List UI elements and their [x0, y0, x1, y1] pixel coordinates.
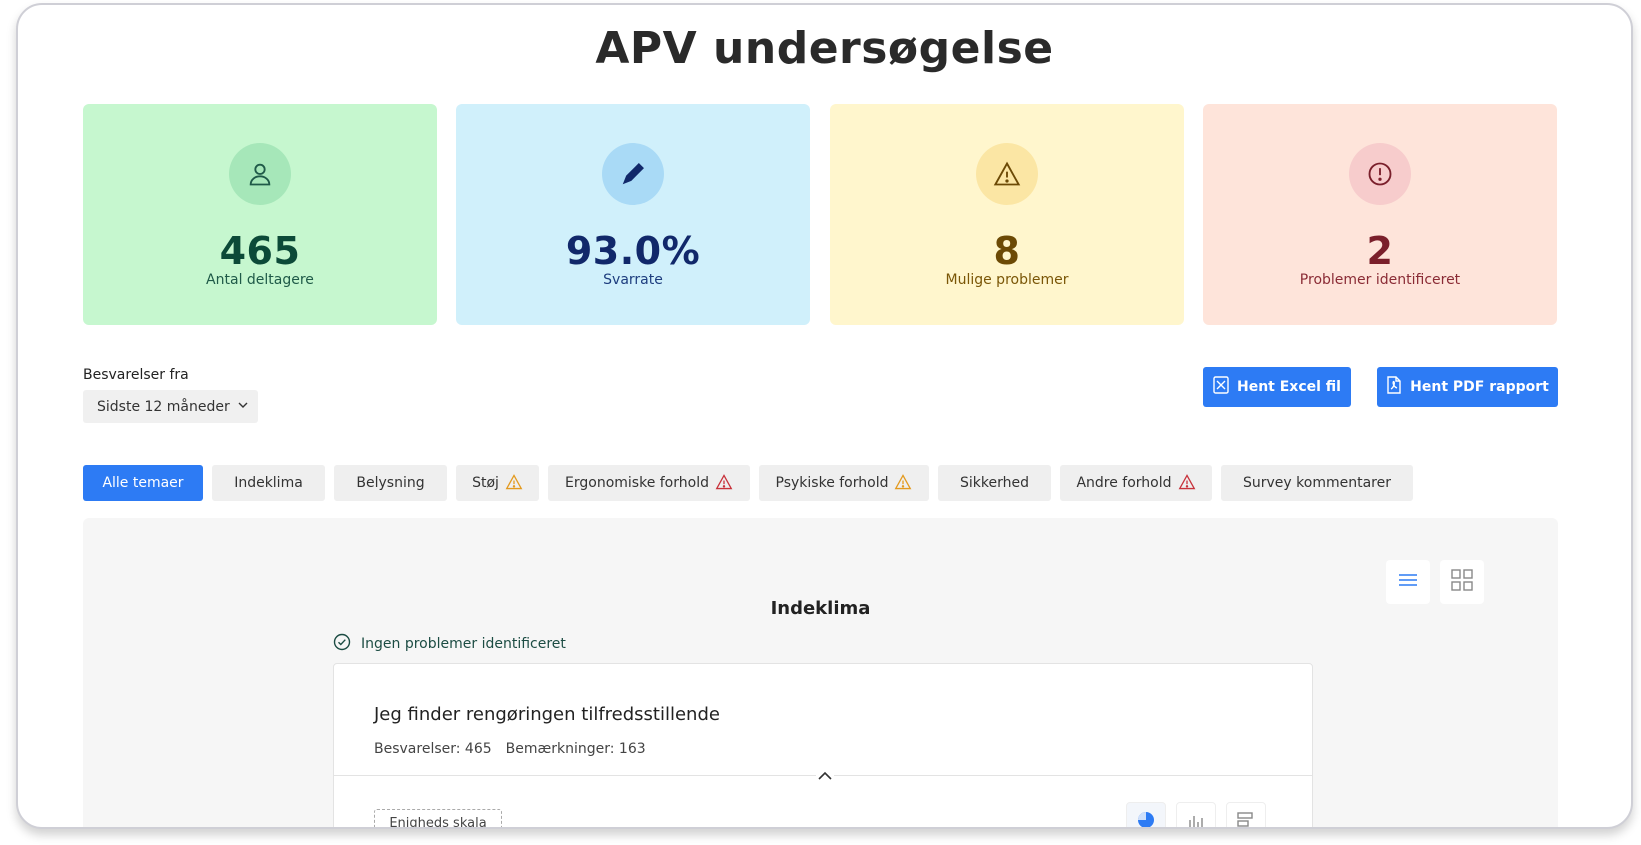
tab-label: Sikkerhed	[960, 475, 1029, 491]
stat-label: Svarrate	[603, 272, 663, 288]
tab-label: Støj	[472, 475, 499, 491]
warning-icon	[894, 473, 912, 493]
collapse-button[interactable]	[816, 767, 834, 783]
period-select-value: Sidste 12 måneder	[97, 398, 230, 415]
warning-icon	[1178, 473, 1196, 493]
horizontal-bar-chart-button[interactable]	[1226, 802, 1266, 827]
pdf-file-icon	[1386, 376, 1402, 398]
filter-label: Besvarelser fra	[83, 367, 189, 383]
excel-file-icon	[1213, 376, 1229, 398]
period-select[interactable]: Sidste 12 måneder	[83, 390, 258, 423]
section-status: Ingen problemer identificeret	[333, 633, 566, 655]
chevron-down-icon	[238, 400, 248, 413]
download-pdf-label: Hent PDF rapport	[1410, 379, 1549, 395]
download-excel-button[interactable]: Hent Excel fil	[1203, 367, 1351, 407]
section-status-text: Ingen problemer identificeret	[361, 636, 566, 652]
tab-stoj[interactable]: Støj	[456, 465, 539, 501]
stat-value: 8	[993, 229, 1021, 273]
stat-label: Antal deltagere	[206, 272, 314, 288]
question-card: Jeg finder rengøringen tilfredsstillende…	[333, 663, 1313, 827]
tab-label: Ergonomiske forhold	[565, 475, 709, 491]
warning-icon	[505, 473, 523, 493]
tab-label: Indeklima	[234, 475, 303, 491]
stat-value: 2	[1366, 229, 1394, 273]
tab-label: Andre forhold	[1076, 475, 1172, 491]
stat-card-possible-problems: 8 Mulige problemer	[830, 104, 1184, 325]
download-pdf-button[interactable]: Hent PDF rapport	[1377, 367, 1558, 407]
list-icon	[1398, 572, 1418, 592]
warning-icon	[976, 143, 1038, 205]
pie-chart-button[interactable]	[1126, 802, 1166, 827]
stat-label: Problemer identificeret	[1299, 272, 1461, 288]
warning-icon	[715, 473, 733, 493]
stat-card-problems-identified: 2 Problemer identificeret	[1203, 104, 1557, 325]
tab-sikkerhed[interactable]: Sikkerhed	[938, 465, 1051, 501]
horizontal-bar-chart-icon	[1236, 810, 1256, 827]
check-circle-icon	[333, 633, 351, 655]
tab-andre-forhold[interactable]: Andre forhold	[1060, 465, 1212, 501]
chevron-up-icon	[818, 766, 832, 785]
question-meta: Besvarelser: 465 Bemærkninger: 163	[374, 741, 646, 757]
content-panel: Indeklima Ingen problemer identificeret …	[83, 518, 1558, 827]
stat-value: 93.0%	[565, 229, 701, 273]
app-window: APV undersøgelse 465 Antal deltagere 93.…	[16, 3, 1633, 829]
question-title: Jeg finder rengøringen tilfredsstillende	[374, 704, 720, 725]
tab-label: Belysning	[356, 475, 425, 491]
tab-psykiske-forhold[interactable]: Psykiske forhold	[759, 465, 929, 501]
grid-icon	[1451, 569, 1473, 595]
responses-count: Besvarelser: 465	[374, 741, 492, 757]
stat-label: Mulige problemer	[945, 272, 1069, 288]
tab-belysning[interactable]: Belysning	[334, 465, 447, 501]
tab-label: Alle temaer	[102, 475, 184, 491]
section-title: Indeklima	[770, 598, 871, 619]
pie-chart-icon	[1136, 810, 1156, 827]
tab-label: Survey kommentarer	[1243, 475, 1391, 491]
pencil-icon	[602, 143, 664, 205]
bar-chart-icon	[1186, 810, 1206, 827]
tab-indeklima[interactable]: Indeklima	[212, 465, 325, 501]
bar-chart-button[interactable]	[1176, 802, 1216, 827]
user-icon	[229, 143, 291, 205]
remarks-count: Bemærkninger: 163	[505, 741, 646, 757]
tab-alle-temaer[interactable]: Alle temaer	[83, 465, 203, 501]
tab-label: Psykiske forhold	[775, 475, 889, 491]
tab-ergonomiske-forhold[interactable]: Ergonomiske forhold	[548, 465, 750, 501]
alert-circle-icon	[1349, 143, 1411, 205]
tab-survey-kommentarer[interactable]: Survey kommentarer	[1221, 465, 1413, 501]
stat-value: 465	[219, 229, 301, 273]
stat-card-participants: 465 Antal deltagere	[83, 104, 437, 325]
page-title: APV undersøgelse	[595, 23, 1054, 74]
scale-chip[interactable]: Enigheds skala	[374, 809, 502, 827]
download-excel-label: Hent Excel fil	[1237, 379, 1341, 395]
stat-card-response-rate: 93.0% Svarrate	[456, 104, 810, 325]
